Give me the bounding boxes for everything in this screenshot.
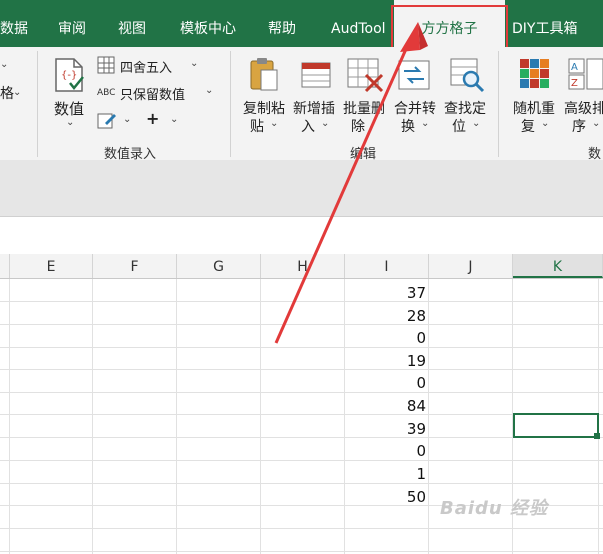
batch-delete-button-line2: 除 [351, 119, 365, 135]
copy-paste-button[interactable]: 复制粘 [243, 98, 285, 118]
find-locate-button-line2: 位 [452, 119, 466, 135]
insert-button-line2: 入 [301, 119, 315, 135]
chevron-down-icon: ⌄ [421, 118, 430, 129]
cell-i-value[interactable]: 0 [346, 326, 426, 348]
merge-convert-button[interactable]: 合并转 [394, 98, 436, 118]
chevron-down-icon: ⌄ [205, 85, 214, 96]
fill-handle[interactable] [594, 433, 600, 439]
chevron-down-icon: ⌄ [190, 58, 199, 69]
grid-line [344, 279, 345, 554]
chevron-down-icon: ⌄ [123, 114, 132, 125]
svg-text:{-}: {-} [61, 70, 77, 81]
grid-line [0, 324, 603, 325]
grid-table-icon [97, 56, 115, 74]
chevron-down-icon: ⌄ [592, 118, 601, 129]
cell-i-value[interactable]: 0 [346, 439, 426, 461]
advanced-sort-button-line2: 序 [572, 119, 586, 135]
grid-line [428, 279, 429, 554]
chevron-down-icon: ⌄ [541, 118, 550, 129]
chevron-down-icon: ⌄ [270, 118, 279, 129]
batch-delete-icon [347, 58, 384, 93]
tab-template-center[interactable]: 模板中心 [180, 0, 242, 47]
column-header-h[interactable]: H [261, 254, 345, 278]
grid-line [0, 392, 603, 393]
grid-line [0, 301, 603, 302]
column-header-g[interactable]: G [177, 254, 261, 278]
tab-review[interactable]: 审阅 [58, 0, 92, 47]
chevron-down-icon: ⌄ [13, 87, 22, 98]
tab-fangfang-gezi[interactable]: 方方格子 [394, 0, 505, 47]
merge-convert-icon [398, 60, 430, 90]
insert-row-icon [301, 62, 331, 88]
column-header-f[interactable]: F [93, 254, 177, 278]
formula-bar[interactable] [0, 216, 603, 255]
grid-line [0, 460, 603, 461]
column-header-j[interactable]: J [429, 254, 513, 278]
clipboard-paste-icon [250, 58, 278, 91]
svg-text:Z: Z [571, 78, 578, 89]
random-repeat-button[interactable]: 随机重 [513, 98, 555, 118]
svg-text:A: A [571, 62, 578, 73]
advanced-sort-icon: A Z [568, 58, 603, 90]
grid-line [0, 551, 603, 552]
edit-note-icon[interactable] [97, 111, 117, 129]
keep-value-only-button[interactable]: 只保留数值 [120, 84, 185, 103]
tab-diy-toolbox[interactable]: DIY工具箱 [512, 0, 592, 47]
numeric-value-icon: {-} [55, 58, 84, 92]
random-repeat-button-line2: 复 [521, 119, 535, 135]
tab-help[interactable]: 帮助 [268, 0, 302, 47]
merge-convert-button-line2: 换 [401, 119, 415, 135]
group-separator [230, 51, 231, 157]
tab-view[interactable]: 视图 [118, 0, 152, 47]
chevron-down-icon: ⌄ [472, 118, 481, 129]
toolbar-gray-area [0, 160, 603, 216]
column-header-partial[interactable] [0, 254, 10, 278]
chevron-down-icon: ⌄ [321, 118, 330, 129]
find-locate-icon [450, 58, 485, 93]
find-locate-button[interactable]: 查找定 [444, 98, 486, 118]
round-button[interactable]: 四舍五入 [120, 57, 172, 76]
grid-line [0, 483, 603, 484]
grid-line [176, 279, 177, 554]
grid-line [9, 279, 10, 554]
insert-button[interactable]: 新增插 [293, 98, 335, 118]
group-separator [498, 51, 499, 157]
cell-i-value[interactable]: 0 [346, 371, 426, 393]
ribbon: 格 ⌄ ⌄ {-} 数值 ⌄ 四舍五入 ⌄ ABC 只保留数值 ⌄ ⌄ + ⌄ … [0, 47, 603, 162]
tab-audtool[interactable]: AudTool [331, 0, 391, 47]
grid-line [92, 279, 93, 554]
batch-delete-button[interactable]: 批量删 [343, 98, 385, 118]
abc-icon: ABC [97, 88, 116, 98]
chevron-down-icon: ⌄ [0, 59, 9, 70]
chevron-down-icon: ⌄ [66, 117, 75, 128]
group-separator [37, 51, 38, 157]
chevron-down-icon: ⌄ [170, 114, 179, 125]
grid-line [0, 369, 603, 370]
tab-data[interactable]: 数据 [0, 0, 34, 47]
column-header-row: E F G H I J K [0, 254, 603, 279]
copy-paste-button-line2: 贴 [250, 119, 264, 135]
grid-line [260, 279, 261, 554]
column-header-k[interactable]: K [513, 254, 603, 278]
active-cell-k[interactable] [513, 413, 599, 438]
cell-i-value[interactable]: 1 [346, 462, 426, 484]
column-header-i[interactable]: I [345, 254, 429, 278]
ribbon-tab-bar: 数据 审阅 视图 模板中心 帮助 AudTool 方方格子 DIY工具箱 [0, 0, 603, 47]
cell-i-value[interactable]: 50 [346, 485, 426, 507]
column-header-e[interactable]: E [10, 254, 93, 278]
cell-i-value[interactable]: 19 [346, 349, 426, 371]
grid-line [0, 347, 603, 348]
advanced-sort-button[interactable]: 高级排 [564, 98, 603, 118]
cell-i-value[interactable]: 39 [346, 417, 426, 439]
value-button[interactable]: 数值 [54, 98, 84, 119]
grid-line [0, 528, 603, 529]
plus-icon[interactable]: + [146, 109, 159, 128]
cell-i-value[interactable]: 28 [346, 304, 426, 326]
random-repeat-icon [520, 59, 549, 88]
cell-i-value[interactable]: 84 [346, 394, 426, 416]
cell-i-value[interactable]: 37 [346, 281, 426, 303]
partial-button-label[interactable]: 格 [0, 83, 14, 103]
baidu-watermark: Baidu 经验 [440, 498, 549, 519]
